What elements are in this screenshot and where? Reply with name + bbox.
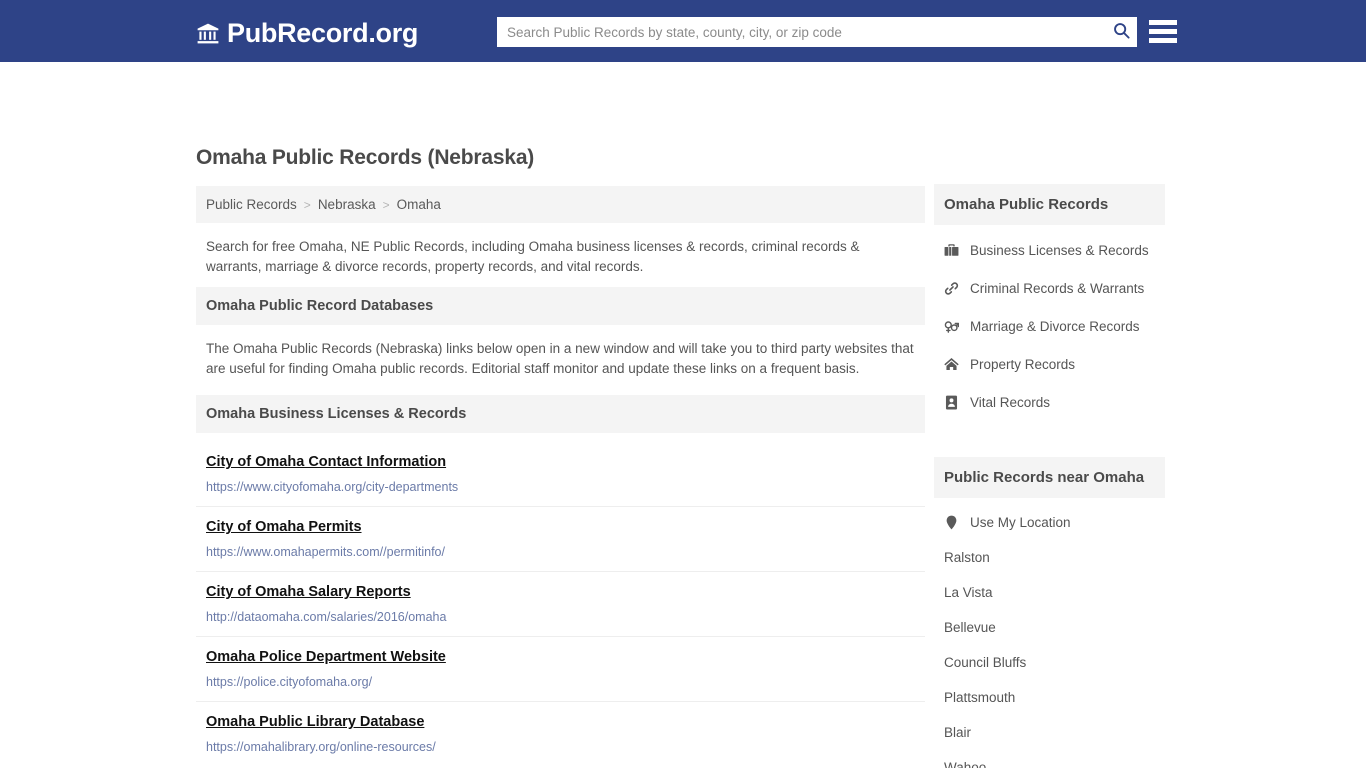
sidebar-near-item-council-bluffs[interactable]: Council Bluffs <box>934 645 1165 680</box>
search-input[interactable] <box>497 17 1105 47</box>
breadcrumb-item-omaha[interactable]: Omaha <box>397 197 441 212</box>
intro-paragraph: Search for free Omaha, NE Public Records… <box>206 239 860 274</box>
site-logo[interactable]: PubRecord.org <box>196 18 418 49</box>
use-my-location-button[interactable]: Use My Location <box>934 504 1165 540</box>
record-link-url[interactable]: https://www.omahapermits.com//permitinfo… <box>206 545 915 559</box>
record-link-title[interactable]: City of Omaha Contact Information <box>206 454 446 470</box>
hamburger-menu-button[interactable] <box>1149 17 1177 45</box>
list-item: City of Omaha Permits https://www.omahap… <box>196 507 925 572</box>
hamburger-menu-icon <box>1149 37 1177 43</box>
sidebar-near-item-la-vista[interactable]: La Vista <box>934 575 1165 610</box>
record-link-title[interactable]: Omaha Police Department Website <box>206 649 446 665</box>
record-link-url[interactable]: https://police.cityofomaha.org/ <box>206 675 915 689</box>
record-link-url[interactable]: https://omahalibrary.org/online-resource… <box>206 740 915 754</box>
sidebar-near-item-bellevue[interactable]: Bellevue <box>934 610 1165 645</box>
sidebar-near-block: Public Records near Omaha Use My Locatio… <box>934 457 1165 768</box>
sidebar-item-criminal-records[interactable]: Criminal Records & Warrants <box>934 269 1165 307</box>
sidebar-item-label: Vital Records <box>970 394 1051 410</box>
list-item: City of Omaha Salary Reports http://data… <box>196 572 925 637</box>
breadcrumb-item-nebraska[interactable]: Nebraska <box>318 197 376 212</box>
section-heading-business-licenses: Omaha Business Licenses & Records <box>196 395 925 433</box>
hamburger-menu-icon <box>1149 19 1177 25</box>
list-item: Omaha Public Library Database https://om… <box>196 702 925 766</box>
sidebar-item-property-records[interactable]: Property Records <box>934 345 1165 383</box>
record-link-title[interactable]: Omaha Public Library Database <box>206 714 424 730</box>
sidebar-record-categories: Business Licenses & Records Criminal Rec… <box>934 231 1165 421</box>
breadcrumb: Public Records > Nebraska > Omaha <box>196 186 925 223</box>
section-heading-databases: Omaha Public Record Databases <box>196 287 925 325</box>
near-city-label: Ralston <box>944 550 990 565</box>
near-city-label: Blair <box>944 725 972 740</box>
use-my-location-label: Use My Location <box>970 514 1071 530</box>
databases-description: The Omaha Public Records (Nebraska) link… <box>206 341 914 376</box>
breadcrumb-separator-icon: > <box>303 197 311 212</box>
sidebar-item-label: Property Records <box>970 356 1076 372</box>
sidebar-item-business-licenses[interactable]: Business Licenses & Records <box>934 231 1165 269</box>
breadcrumb-separator-icon: > <box>382 197 390 212</box>
search-bar <box>497 17 1137 47</box>
sidebar-near-item-blair[interactable]: Blair <box>934 715 1165 750</box>
sidebar-heading-near: Public Records near Omaha <box>934 457 1165 498</box>
sidebar-near-item-ralston[interactable]: Ralston <box>934 540 1165 575</box>
main-content: Omaha Public Records (Nebraska) Public R… <box>196 146 925 768</box>
record-link-url[interactable]: http://dataomaha.com/salaries/2016/omaha <box>206 610 915 624</box>
site-header: PubRecord.org <box>0 0 1366 62</box>
sidebar-near-item-wahoo[interactable]: Wahoo <box>934 750 1165 768</box>
near-city-label: Bellevue <box>944 620 996 635</box>
sidebar-item-label: Criminal Records & Warrants <box>970 280 1145 296</box>
brand-name: PubRecord.org <box>227 18 419 48</box>
list-item: City of Omaha Contact Information https:… <box>196 439 925 507</box>
chain-link-icon <box>944 280 959 296</box>
sidebar-near-item-plattsmouth[interactable]: Plattsmouth <box>934 680 1165 715</box>
bank-icon <box>196 22 220 46</box>
search-button[interactable] <box>1105 17 1137 47</box>
sidebar-item-vital-records[interactable]: Vital Records <box>934 383 1165 421</box>
record-link-title[interactable]: City of Omaha Salary Reports <box>206 584 411 600</box>
sidebar: Omaha Public Records Business Licenses &… <box>934 184 1165 768</box>
search-icon <box>1113 22 1130 42</box>
sidebar-near-list: Use My Location Ralston La Vista Bellevu… <box>934 504 1165 768</box>
sidebar-item-label: Business Licenses & Records <box>970 242 1149 258</box>
near-city-label: La Vista <box>944 585 993 600</box>
map-pin-icon <box>944 514 959 530</box>
near-city-label: Plattsmouth <box>944 690 1016 705</box>
briefcase-icon <box>944 242 959 258</box>
home-icon <box>944 356 959 372</box>
record-link-url[interactable]: https://www.cityofomaha.org/city-departm… <box>206 480 915 494</box>
near-city-label: Wahoo <box>944 760 987 768</box>
record-link-list: City of Omaha Contact Information https:… <box>196 439 925 766</box>
page-title: Omaha Public Records (Nebraska) <box>196 146 535 169</box>
record-link-title[interactable]: City of Omaha Permits <box>206 519 362 535</box>
sidebar-item-label: Marriage & Divorce Records <box>970 318 1140 334</box>
sidebar-heading-records: Omaha Public Records <box>934 184 1165 225</box>
id-card-icon <box>944 394 959 410</box>
sidebar-item-marriage-divorce[interactable]: Marriage & Divorce Records <box>934 307 1165 345</box>
breadcrumb-item-public-records[interactable]: Public Records <box>206 197 297 212</box>
list-item: Omaha Police Department Website https://… <box>196 637 925 702</box>
venus-mars-icon <box>944 318 959 334</box>
near-city-label: Council Bluffs <box>944 655 1027 670</box>
hamburger-menu-icon <box>1149 28 1177 34</box>
